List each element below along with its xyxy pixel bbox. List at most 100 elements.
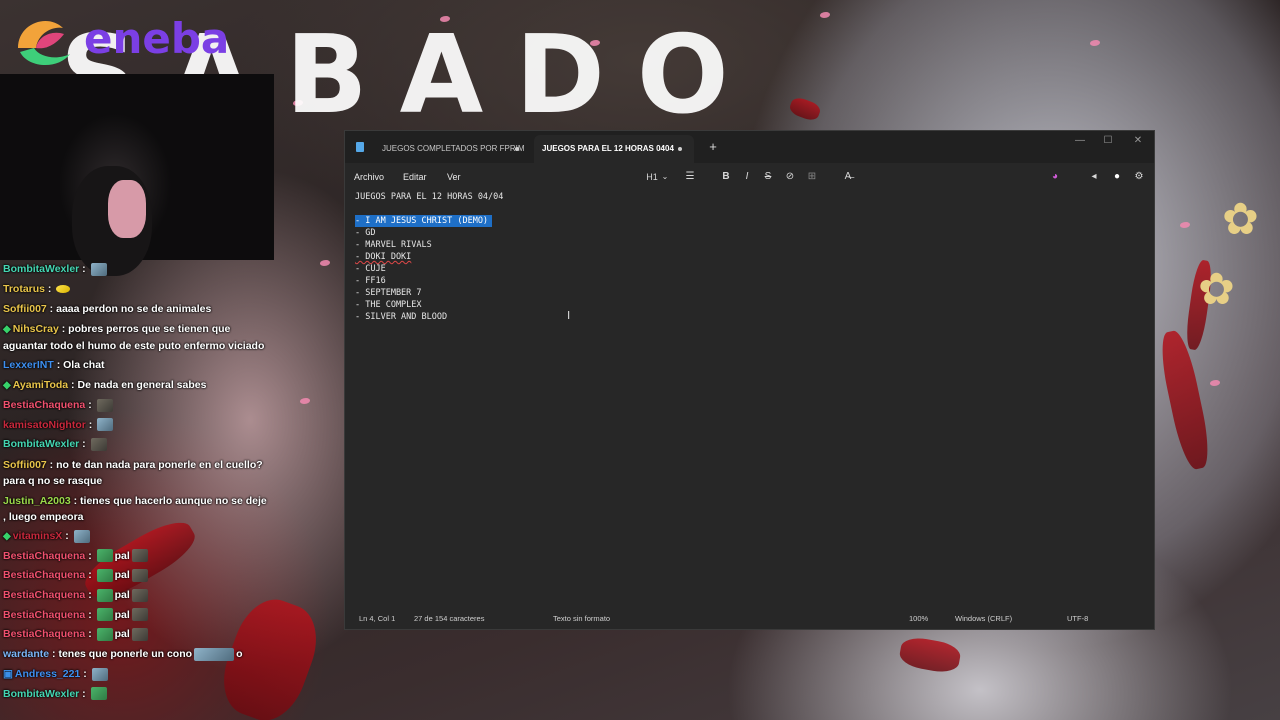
chat-separator: : [85,549,95,562]
chat-separator: : [85,628,95,641]
list-icon[interactable]: ☰ [683,167,697,187]
chat-username[interactable]: vitaminsX [13,530,63,542]
table-icon[interactable]: ⊞ [805,167,819,187]
chat-username[interactable]: BombitaWexler [3,688,79,700]
chat-emote-icon [96,608,113,622]
account-avatar[interactable]: ● [1110,167,1124,187]
menu-editar[interactable]: Editar [403,163,427,191]
chat-text: pal [114,569,130,582]
menu-archivo[interactable]: Archivo [354,163,384,191]
editor-line[interactable]: - SEPTEMBER 7 [355,287,422,299]
new-tab-button[interactable]: + [705,138,721,156]
chat-username[interactable]: AyamiToda [13,379,68,391]
chat-username[interactable]: wardante [3,648,49,660]
chat-emote-icon [96,398,113,412]
chat-emote-icon [131,569,148,583]
subscriber-badge-icon: ▣ [3,667,13,680]
eneba-logo-icon [18,20,70,66]
chat-separator: : [70,494,81,507]
chat-emote-icon [131,588,148,602]
text-editor[interactable]: JUEGOS PARA EL 12 HORAS 04/04 - I AM JESU… [355,191,1145,611]
chat-separator: : [53,359,64,372]
line-ending[interactable]: Windows (CRLF) [955,609,1012,629]
maximize-button[interactable]: ☐ [1093,133,1123,149]
chat-username[interactable]: BombitaWexler [3,438,79,450]
chat-emote-icon [73,529,90,543]
editor-line[interactable]: - SILVER AND BLOOD [355,311,447,323]
chat-separator: : [45,282,55,295]
chat-username[interactable]: BestiaChaquena [3,609,85,621]
chat-username[interactable]: Soffii007 [3,459,47,471]
chat-message: BombitaWexler : [3,435,271,455]
chat-message: BestiaChaquena : pal [3,606,271,626]
chat-message: BombitaWexler : [3,685,271,705]
italic-button[interactable]: I [740,167,754,187]
chat-message: LexxerINT : Ola chat [3,356,271,376]
chevron-down-icon[interactable]: ⌄ [660,167,670,187]
strikethrough-button[interactable]: S [761,167,775,187]
chat-emote-icon [96,549,113,563]
menu-ver[interactable]: Ver [447,163,461,191]
minimize-button[interactable]: — [1065,133,1095,149]
clear-format-icon[interactable]: A̶ [841,167,855,187]
chat-username[interactable]: Soffii007 [3,303,47,315]
chat-username[interactable]: LexxerINT [3,359,54,371]
chat-message: BombitaWexler : [3,260,271,280]
settings-icon[interactable]: ⚙ [1132,167,1146,187]
chat-username[interactable]: BestiaChaquena [3,569,85,581]
chat-username[interactable]: BestiaChaquena [3,589,85,601]
headphones [108,180,146,238]
text-format[interactable]: Texto sin formato [553,609,610,629]
tab-juegos-completados[interactable]: JUEGOS COMPLETADOS POR FPRIM [371,135,531,163]
chat-separator: : [79,263,89,275]
chat-separator: : [46,458,57,471]
editor-line[interactable]: - THE COMPLEX [355,299,422,311]
encoding[interactable]: UTF-8 [1067,609,1088,629]
cursor-position: Ln 4, Col 1 [359,614,396,623]
chat-username[interactable]: Andress_221 [15,668,80,680]
chat-username[interactable]: BestiaChaquena [3,399,85,411]
status-bar: Ln 4, Col 1 27 de 154 caracteres Texto s… [345,609,1154,629]
chat-username[interactable]: BestiaChaquena [3,550,85,562]
menu-bar: Archivo Editar Ver H1 ⌄ ☰ B I S ⊘ ⊞ A̶ ◕… [345,163,1154,191]
bold-button[interactable]: B [719,167,733,187]
chat-emote-icon [96,569,113,583]
editor-line[interactable]: - FF16 [355,275,386,287]
chat-message: BestiaChaquena : pal [3,586,271,606]
editor-line[interactable]: - I AM JESUS CHRIST (DEMO) [355,215,493,227]
zoom-level[interactable]: 100% [909,609,928,629]
link-icon[interactable]: ⊘ [783,167,797,187]
chat-username[interactable]: Trotarus [3,283,45,295]
tab-juegos-12-horas[interactable]: JUEGOS PARA EL 12 HORAS 0404 [534,135,694,163]
chat-message: kamisatoNightor : [3,416,271,436]
close-button[interactable]: ✕ [1123,133,1153,149]
editor-line[interactable]: - MARVEL RIVALS [355,239,432,251]
editor-line[interactable]: - DOKI DOKI [355,251,411,263]
chat-message: ▣ Andress_221 : [3,665,271,685]
chat-emote-icon [194,647,235,661]
chat-separator: : [85,398,95,411]
chat-username[interactable]: BombitaWexler [3,263,79,275]
chat-message: ◆ vitaminsX : [3,527,271,547]
chat-message: ◆ AyamiToda : De nada en general sabes [3,376,271,396]
editor-line[interactable]: JUEGOS PARA EL 12 HORAS 04/04 [355,191,503,203]
copilot-icon[interactable]: ◕ [1047,167,1063,187]
editor-line[interactable]: - GD [355,227,375,239]
chat-separator: : [85,569,95,582]
share-icon[interactable]: ◂ [1087,167,1101,187]
chat-username[interactable]: Justin_A2003 [3,495,71,507]
chat-username[interactable]: BestiaChaquena [3,628,85,640]
chat-text: pal [114,608,130,621]
heading-dropdown[interactable]: H1 [645,167,659,187]
chat-emote-icon [91,667,108,681]
chat-emote-icon [96,588,113,602]
chat-message: Justin_A2003 : tienes que hacerlo aunque… [3,491,271,527]
chat-message: BestiaChaquena : pal [3,566,271,586]
chat-message: BestiaChaquena : pal [3,547,271,567]
notepad-app-icon [356,142,364,152]
editor-line[interactable]: - CUJE [355,263,386,275]
notepad-window[interactable]: JUEGOS COMPLETADOS POR FPRIM JUEGOS PARA… [344,130,1155,630]
unsaved-dot-icon [515,147,519,151]
chat-username[interactable]: kamisatoNightor [3,419,86,431]
chat-username[interactable]: NihsCray [13,323,59,335]
